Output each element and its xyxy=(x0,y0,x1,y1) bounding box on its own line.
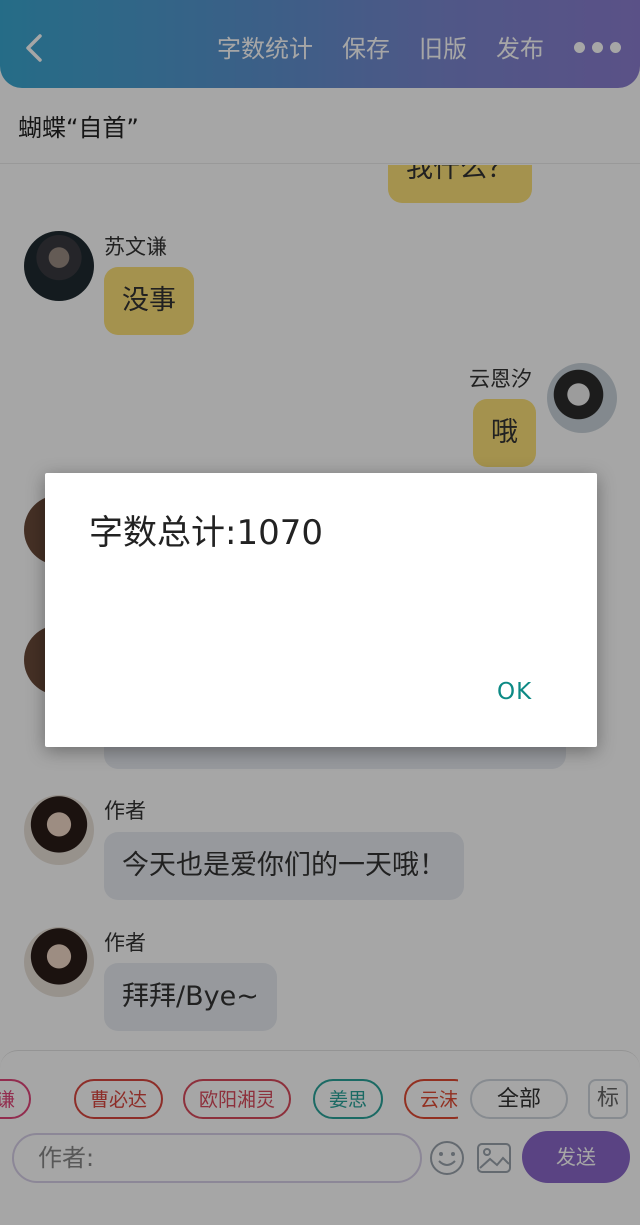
ok-button[interactable]: OK xyxy=(497,679,532,705)
word-count-dialog: 字数总计:1070 OK xyxy=(45,473,597,747)
dialog-message: 字数总计:1070 xyxy=(89,513,323,553)
